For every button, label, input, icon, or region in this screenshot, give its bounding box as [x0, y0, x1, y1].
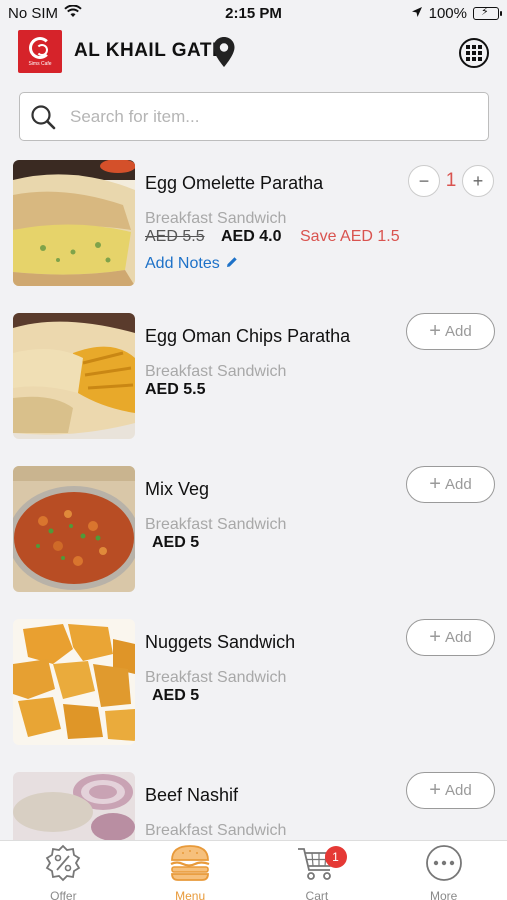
- tab-cart-label: Cart: [305, 889, 329, 900]
- location-arrow-icon: [411, 5, 423, 22]
- item-price: AED 5: [152, 687, 200, 704]
- location-pin-icon[interactable]: [212, 36, 236, 73]
- grid-menu-icon[interactable]: [459, 38, 489, 68]
- cart-count-badge: 1: [324, 846, 347, 868]
- store-logo: Sims Cafe: [18, 30, 62, 73]
- item-image-nuggets-sandwich: [13, 619, 135, 745]
- item-image-egg-omelette-paratha: [13, 160, 135, 286]
- item-save-label: Save AED 1.5: [300, 228, 400, 245]
- item-name: Egg Oman Chips Paratha: [145, 326, 351, 346]
- header: Sims Cafe AL KHAIL GATE: [0, 30, 507, 76]
- add-button[interactable]: + Add: [406, 466, 495, 503]
- tab-menu[interactable]: Menu: [127, 841, 254, 900]
- burger-icon: [169, 844, 211, 887]
- tab-cart[interactable]: 1 Cart: [254, 841, 381, 900]
- quantity-value: 1: [445, 170, 457, 191]
- item-price: AED 4.0: [221, 228, 282, 245]
- item-category: Breakfast Sandwich: [145, 516, 287, 533]
- increase-quantity-button[interactable]: +: [462, 165, 494, 197]
- tab-more[interactable]: More: [380, 841, 507, 900]
- item-name: Egg Omelette Paratha: [145, 173, 324, 193]
- pencil-icon: [226, 255, 238, 273]
- battery-icon: [473, 7, 502, 20]
- item-name: Beef Nashif: [145, 785, 239, 805]
- item-category: Breakfast Sandwich: [145, 210, 287, 227]
- offer-percent-icon: [43, 844, 83, 887]
- item-name: Nuggets Sandwich: [145, 632, 296, 652]
- tab-offer-label: Offer: [50, 889, 77, 900]
- item-category: Breakfast Sandwich: [145, 822, 287, 839]
- item-old-price: AED 5.5: [145, 228, 205, 245]
- item-price: AED 5: [152, 534, 200, 551]
- tab-bar: Offer Menu 1 Cart More: [0, 840, 507, 900]
- search-bar[interactable]: [19, 92, 489, 141]
- add-button[interactable]: + Add: [406, 619, 495, 656]
- status-bar: No SIM 2:15 PM 100%: [0, 0, 507, 28]
- quantity-stepper: − 1 +: [408, 165, 494, 197]
- battery-percent: 100%: [428, 5, 467, 22]
- add-button[interactable]: + Add: [406, 313, 495, 350]
- item-price: AED 5.5: [145, 381, 206, 398]
- store-name[interactable]: AL KHAIL GATE: [74, 40, 225, 62]
- add-button[interactable]: + Add: [406, 772, 495, 809]
- tab-offer[interactable]: Offer: [0, 841, 127, 900]
- search-input[interactable]: [70, 103, 470, 131]
- decrease-quantity-button[interactable]: −: [408, 165, 440, 197]
- item-image-egg-oman-chips-paratha: [13, 313, 135, 439]
- search-icon: [30, 104, 56, 135]
- item-category: Breakfast Sandwich: [145, 669, 287, 686]
- item-image-mix-veg: [13, 466, 135, 592]
- more-dots-icon: [424, 844, 464, 887]
- list-item[interactable]: Egg Omelette Paratha Breakfast Sandwich …: [0, 158, 507, 288]
- add-notes-label: Add Notes: [145, 255, 220, 272]
- item-name: Mix Veg: [145, 479, 210, 499]
- tab-menu-label: Menu: [175, 889, 206, 900]
- add-notes-link[interactable]: Add Notes: [145, 255, 238, 273]
- item-image-beef-nashif: [13, 772, 135, 840]
- tab-more-label: More: [429, 889, 458, 900]
- item-category: Breakfast Sandwich: [145, 363, 287, 380]
